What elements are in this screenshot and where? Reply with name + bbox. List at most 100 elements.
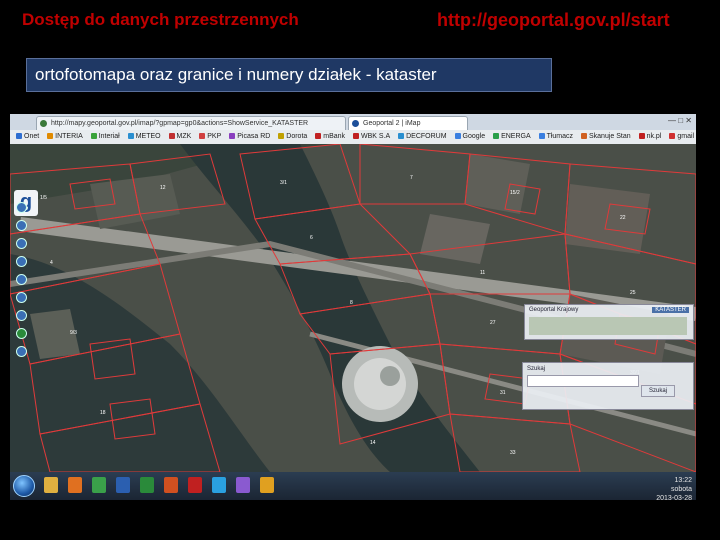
bookmark-icon [638,133,645,139]
bookmark-item[interactable]: gmail [669,130,694,144]
window-controls[interactable]: — □ ✕ [668,116,692,125]
bookmark-icon [229,133,236,139]
tab-label: http://mapy.geoportal.gov.pl/imap/?gpmap… [51,120,309,127]
firefox-icon[interactable] [68,477,82,493]
zoom-in-icon[interactable] [16,202,27,213]
bookmark-item[interactable]: DECFORUM [398,130,447,144]
browser-screenshot: http://mapy.geoportal.gov.pl/imap/?gpmap… [10,114,696,500]
bookmark-icon [538,133,545,139]
clock-time: 13:22 [674,477,692,484]
bookmark-icon [669,133,676,139]
svg-text:1/5: 1/5 [40,195,47,201]
bookmark-icon [168,133,175,139]
orthophoto-map[interactable]: 1/5123/1 715/222 49/318 61125 2730/131 8… [10,144,696,472]
slide-url: http://geoportal.gov.pl/start [437,10,670,30]
bookmark-icon [315,133,322,139]
svg-text:4: 4 [50,260,53,266]
geoportal-favicon-icon [352,120,359,127]
bookmark-item[interactable]: Tłumacz [538,130,573,144]
slide-title: Dostęp do danych przestrzennych [22,10,299,29]
home-icon[interactable] [16,328,27,339]
favicon-icon [40,120,47,127]
bookmark-icon [16,133,22,139]
bookmark-item[interactable]: MZK [168,130,191,144]
svg-text:15/2: 15/2 [510,190,520,196]
browser-tab-strip: http://mapy.geoportal.gov.pl/imap/?gpmap… [10,114,696,130]
layer-panel[interactable]: Geoportal Krajowy KATASTER [524,304,694,340]
svg-text:7: 7 [410,175,413,181]
info-icon[interactable] [16,256,27,267]
bookmarks-bar: Onet INTERIA Interiał METEO MZK PKP Pica… [10,130,696,145]
media-icon[interactable] [260,477,274,493]
svg-text:6: 6 [310,235,313,241]
bookmark-icon [90,133,97,139]
svg-text:31: 31 [500,390,506,396]
map-toolbar [16,202,28,402]
bookmark-item[interactable]: Onet [16,130,39,144]
bookmark-item[interactable]: INTERIA [47,130,83,144]
windows-taskbar: 13:22 sobota 2013-03-28 [10,472,696,500]
chrome-icon[interactable] [92,477,106,493]
bookmark-item[interactable]: METEO [127,130,161,144]
svg-text:18: 18 [100,410,106,416]
layer-preview [529,317,687,335]
bookmark-icon [398,133,405,139]
svg-text:12: 12 [160,185,166,191]
measure-icon[interactable] [16,274,27,285]
svg-text:14: 14 [370,440,376,446]
start-button-icon[interactable] [13,475,35,497]
bookmark-icon [127,133,134,139]
search-input[interactable] [527,375,639,387]
clock-day: sobota [670,486,692,493]
search-button[interactable]: Szukaj [641,385,675,397]
tab-kataster[interactable]: KATASTER [652,307,689,313]
subtitle-box: ortofotomapa oraz granice i numery dział… [26,58,552,92]
bookmark-item[interactable]: PKP [199,130,221,144]
print-icon[interactable] [16,292,27,303]
svg-text:25: 25 [630,290,636,296]
svg-text:9/3: 9/3 [70,330,77,336]
svg-text:3/1: 3/1 [280,180,287,186]
pan-icon[interactable] [16,238,27,249]
excel-icon[interactable] [140,477,154,493]
tab-label: Geoportal 2 | iMap [363,120,421,127]
zoom-out-icon[interactable] [16,220,27,231]
bookmark-item[interactable]: Skanuje Stan [580,130,631,144]
slide-subtitle: ortofotomapa oraz granice i numery dział… [35,65,437,84]
bookmark-item[interactable]: ENERGA [493,130,531,144]
layer-panel-header: Geoportal Krajowy [529,307,579,313]
system-tray-clock[interactable]: 13:22 sobota 2013-03-28 [656,476,692,500]
word-icon[interactable] [116,477,130,493]
layers-icon[interactable] [16,310,27,321]
search-panel: Szukaj Szukaj [522,362,694,410]
bookmark-icon [352,133,359,139]
bookmark-icon [278,133,285,139]
svg-text:33: 33 [510,450,516,456]
search-label: Szukaj [527,366,546,372]
clock-date: 2013-03-28 [656,495,692,500]
bookmark-item[interactable]: Interiał [90,130,120,144]
bookmark-item[interactable]: Dorota [278,130,307,144]
svg-text:27: 27 [490,320,496,326]
bookmark-icon [580,133,587,139]
bookmark-icon [493,133,500,139]
browser-tab-address[interactable]: http://mapy.geoportal.gov.pl/imap/?gpmap… [36,116,346,130]
bookmark-item[interactable]: WBK S.A [352,130,390,144]
bookmark-icon [47,133,54,139]
svg-text:8: 8 [350,300,353,306]
explorer-icon[interactable] [44,477,58,493]
acrobat-icon[interactable] [188,477,202,493]
bookmark-icon [199,133,206,139]
svg-text:11: 11 [480,270,485,276]
bookmark-icon [454,133,461,139]
bookmark-item[interactable]: Google [454,130,485,144]
help-icon[interactable] [16,346,27,357]
bookmark-item[interactable]: nk.pl [638,130,661,144]
browser-tab-geoportal[interactable]: Geoportal 2 | iMap [348,116,468,130]
paint-icon[interactable] [236,477,250,493]
bookmark-item[interactable]: Picasa RD [229,130,270,144]
bookmark-item[interactable]: mBank [315,130,345,144]
powerpoint-icon[interactable] [164,477,178,493]
skype-icon[interactable] [212,477,226,493]
svg-text:22: 22 [620,215,626,221]
